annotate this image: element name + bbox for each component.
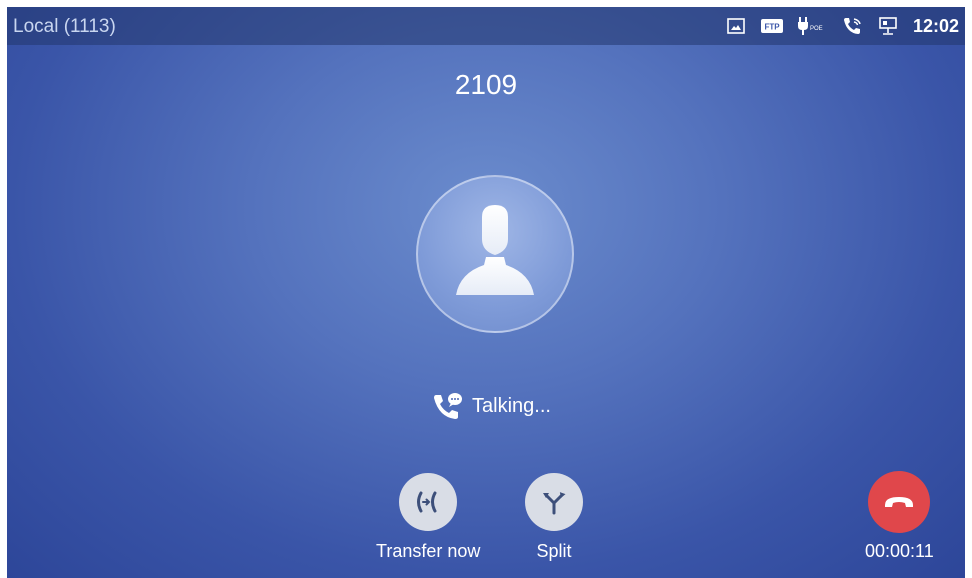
call-state-text: Talking... <box>472 394 551 417</box>
status-icons: FTP POE 12:02 <box>725 14 959 38</box>
status-bar: Local (1113) FTP POE 12:02 <box>7 7 965 45</box>
call-duration: 00:00:11 <box>865 541 934 561</box>
transfer-now-label: Transfer now <box>376 541 481 561</box>
person-icon <box>456 205 534 295</box>
hangup-icon <box>868 471 931 533</box>
talking-icon <box>434 393 462 419</box>
ftp-icon: FTP <box>760 15 783 37</box>
ftp-label: FTP <box>764 23 780 32</box>
call-active-icon <box>841 15 863 37</box>
clock: 12:02 <box>912 15 959 36</box>
call-screen: Local (1113) FTP POE 12:02 2109 Talking.… <box>7 7 965 578</box>
split-button[interactable]: Split <box>525 473 583 562</box>
poe-label: POE <box>810 26 823 32</box>
callee-number: 2109 <box>454 69 518 100</box>
network-icon <box>877 15 899 37</box>
screenshot-icon <box>725 15 747 37</box>
poe-icon: POE <box>797 15 827 37</box>
end-call-button[interactable]: 00:00:11 <box>865 471 934 562</box>
split-label: Split <box>536 541 572 561</box>
split-icon <box>525 473 583 531</box>
call-status: Talking... <box>432 391 551 421</box>
account-label: Local (1113) <box>13 16 116 37</box>
transfer-now-button[interactable]: Transfer now <box>376 473 480 562</box>
transfer-icon <box>399 473 458 531</box>
contact-avatar <box>416 175 574 333</box>
